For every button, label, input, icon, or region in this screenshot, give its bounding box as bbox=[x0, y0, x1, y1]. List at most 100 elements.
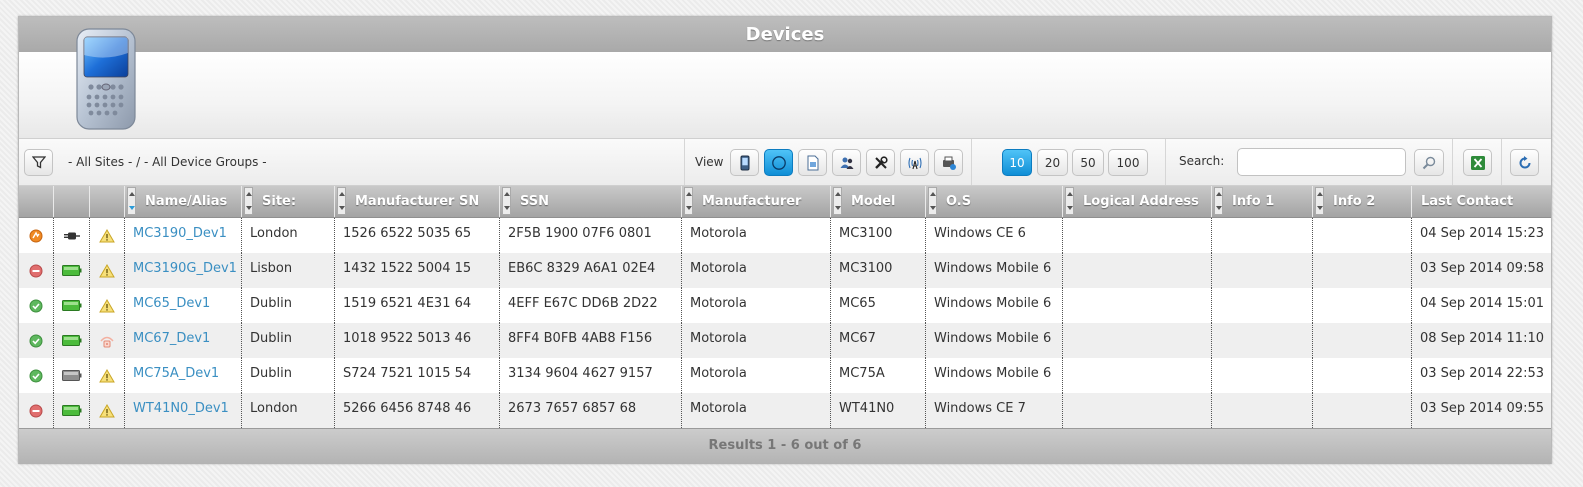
last-contact-cell: 08 Sep 2014 11:10 bbox=[1420, 331, 1544, 346]
view-documents-button[interactable] bbox=[798, 149, 827, 176]
export-excel-button[interactable] bbox=[1463, 149, 1492, 176]
manufacturer-cell: Motorola bbox=[682, 253, 831, 288]
os-cell: Windows Mobile 6 bbox=[926, 288, 1063, 323]
view-circle-button[interactable] bbox=[764, 149, 793, 176]
table-row[interactable]: MC75A_Dev1 Dublin S724 7521 1015 54 3134 96… bbox=[19, 358, 1551, 393]
offline-status-icon bbox=[29, 264, 43, 278]
alert-cell bbox=[90, 253, 125, 288]
column-header-last-contact[interactable]: Last Contact bbox=[1412, 186, 1551, 217]
table-row[interactable]: MC65_Dev1 Dublin 1519 6521 4E31 64 4EFF E67… bbox=[19, 288, 1551, 323]
view-label: View bbox=[695, 155, 724, 169]
column-header-ssn[interactable]: SSN bbox=[500, 186, 682, 217]
search-input[interactable] bbox=[1237, 148, 1406, 176]
online-status-icon bbox=[29, 299, 43, 313]
mobile-device-icon bbox=[740, 155, 749, 170]
toolbar-divider bbox=[1501, 139, 1502, 185]
site-cell: London bbox=[242, 218, 335, 253]
column-header-manufacturer[interactable]: Manufacturer bbox=[682, 186, 831, 217]
sort-indicator[interactable] bbox=[1315, 187, 1324, 215]
device-name-link[interactable]: MC67_Dev1 bbox=[125, 323, 242, 358]
page-size-20-button[interactable]: 20 bbox=[1037, 149, 1068, 176]
column-header-model[interactable]: Model bbox=[831, 186, 926, 217]
site-cell: London bbox=[242, 393, 335, 428]
warning-icon bbox=[99, 228, 115, 243]
search-label: Search: bbox=[1179, 154, 1225, 168]
info-1-cell bbox=[1212, 323, 1313, 358]
warning-icon bbox=[99, 263, 115, 278]
table-row[interactable]: MC3190_Dev1 London 1526 6522 5035 65 2F5B 1… bbox=[19, 218, 1551, 253]
column-header-info-1[interactable]: Info 1 bbox=[1212, 186, 1313, 217]
device-name-link[interactable]: MC75A_Dev1 bbox=[125, 358, 242, 393]
sort-indicator[interactable] bbox=[833, 187, 842, 215]
manufacturer-sn-cell: 5266 6456 8748 46 bbox=[335, 393, 500, 428]
manufacturer-sn-cell: 1519 6521 4E31 64 bbox=[335, 288, 500, 323]
device-name-link[interactable]: MC65_Dev1 bbox=[125, 288, 242, 323]
view-mobile-devices-button[interactable] bbox=[730, 149, 759, 176]
ssn-cell: 8FF4 B0FB 4AB8 F156 bbox=[500, 323, 682, 358]
sort-indicator[interactable] bbox=[684, 187, 693, 215]
status-cell bbox=[19, 288, 54, 323]
view-printer-button[interactable] bbox=[934, 149, 963, 176]
view-tools-button[interactable] bbox=[866, 149, 895, 176]
refresh-button[interactable] bbox=[1510, 149, 1539, 176]
sort-indicator[interactable] bbox=[928, 187, 937, 215]
grid-header: Name/Alias Site: Manufacturer SN SSN Man… bbox=[19, 186, 1551, 218]
sort-indicator[interactable] bbox=[337, 187, 346, 215]
banner bbox=[19, 28, 1551, 139]
document-icon bbox=[807, 155, 818, 170]
page-size-10-button[interactable]: 10 bbox=[1002, 149, 1032, 176]
device-name-link[interactable]: MC3190G_Dev1 bbox=[125, 253, 242, 288]
info-2-cell bbox=[1313, 253, 1412, 288]
sort-indicator[interactable] bbox=[502, 187, 511, 215]
manufacturer-sn-cell: 1432 1522 5004 15 bbox=[335, 253, 500, 288]
info-1-cell bbox=[1212, 288, 1313, 323]
last-contact-cell: 03 Sep 2014 22:53 bbox=[1420, 366, 1544, 381]
site-group-filter-text[interactable]: - All Sites - / - All Device Groups - bbox=[68, 155, 267, 169]
column-header-logical-address[interactable]: Logical Address bbox=[1063, 186, 1212, 217]
toolbar-divider bbox=[971, 139, 972, 185]
last-contact-cell: 04 Sep 2014 15:01 bbox=[1420, 296, 1544, 311]
offline-status-icon bbox=[29, 404, 43, 418]
battery-grey-icon bbox=[61, 370, 82, 381]
online-status-icon bbox=[29, 334, 43, 348]
filter-button[interactable] bbox=[24, 149, 53, 176]
manufacturer-cell: Motorola bbox=[682, 288, 831, 323]
manufacturer-cell: Motorola bbox=[682, 218, 831, 253]
search-button[interactable] bbox=[1414, 149, 1444, 176]
column-header-os[interactable]: O.S bbox=[926, 186, 1063, 217]
sort-indicator[interactable] bbox=[244, 187, 253, 215]
view-users-button[interactable] bbox=[832, 149, 861, 176]
page-size-50-button[interactable]: 50 bbox=[1072, 149, 1104, 176]
column-header-info-2[interactable]: Info 2 bbox=[1313, 186, 1412, 217]
sort-indicator[interactable] bbox=[1065, 187, 1074, 215]
page-size-100-button[interactable]: 100 bbox=[1108, 149, 1148, 176]
table-row[interactable]: MC67_Dev1 Dublin 1018 9522 5013 46 8FF4 B0F… bbox=[19, 323, 1551, 358]
table-row[interactable]: MC3190G_Dev1 Lisbon 1432 1522 5004 15 EB6C … bbox=[19, 253, 1551, 288]
last-contact-cell: 03 Sep 2014 09:58 bbox=[1420, 261, 1544, 276]
column-header-manufacturer-sn[interactable]: Manufacturer SN bbox=[335, 186, 500, 217]
view-antenna-button[interactable] bbox=[900, 149, 929, 176]
column-header-site[interactable]: Site: bbox=[242, 186, 335, 217]
device-name-link[interactable]: WT41N0_Dev1 bbox=[125, 393, 242, 428]
logical-address-cell bbox=[1063, 288, 1212, 323]
status-cell bbox=[19, 253, 54, 288]
info-2-cell bbox=[1313, 323, 1412, 358]
ssn-cell: 3134 9604 4627 9157 bbox=[500, 358, 682, 393]
sort-indicator[interactable] bbox=[127, 187, 136, 215]
lock-alert-icon bbox=[99, 333, 115, 349]
os-cell: Windows Mobile 6 bbox=[926, 358, 1063, 393]
info-2-cell bbox=[1313, 218, 1412, 253]
alert-cell bbox=[90, 288, 125, 323]
sort-indicator[interactable] bbox=[1214, 187, 1223, 215]
warning-icon bbox=[99, 368, 115, 383]
ssn-cell: 2673 7657 6857 68 bbox=[500, 393, 682, 428]
toolbar-divider bbox=[1165, 139, 1166, 185]
info-2-cell bbox=[1313, 393, 1412, 428]
table-row[interactable]: WT41N0_Dev1 London 5266 6456 8748 46 2673 7… bbox=[19, 393, 1551, 428]
online-status-icon bbox=[29, 369, 43, 383]
power-cell bbox=[54, 253, 90, 288]
toolbar-divider bbox=[1452, 139, 1453, 185]
excel-export-icon bbox=[1470, 155, 1485, 170]
column-header-name[interactable]: Name/Alias bbox=[125, 186, 242, 217]
device-name-link[interactable]: MC3190_Dev1 bbox=[125, 218, 242, 253]
